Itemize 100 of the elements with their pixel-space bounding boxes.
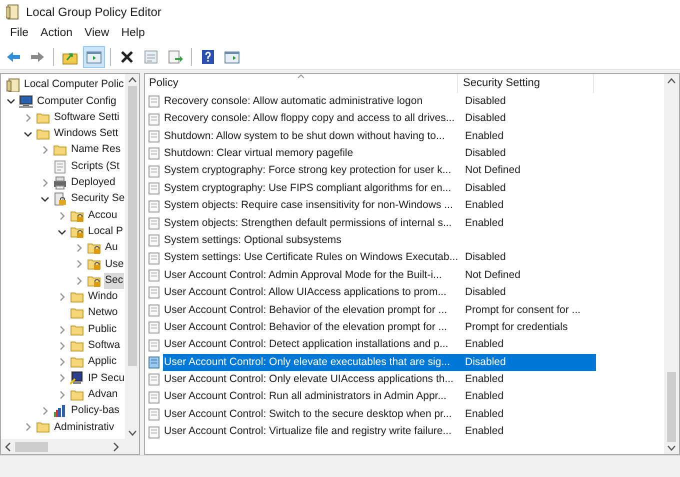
tree-item[interactable]: Local Computer Polic	[23, 77, 125, 94]
setting-cell-text: Enabled	[464, 198, 505, 214]
menu-item[interactable]: Action	[34, 25, 78, 43]
vertical-scrollbar[interactable]	[664, 74, 679, 454]
script-icon	[53, 160, 67, 174]
ip-security-icon	[70, 371, 84, 386]
policy-cell[interactable]: System cryptography: Force strong key protection for user k...	[163, 162, 460, 180]
menu-item[interactable]: File	[4, 25, 35, 43]
folder-icon	[36, 127, 50, 142]
security-lock-icon	[53, 192, 67, 206]
policy-icon	[148, 252, 161, 265]
policy-icon	[148, 269, 161, 282]
tree-item[interactable]: Name Res	[70, 142, 122, 158]
policy-cell[interactable]: User Account Control: Detect application installations and p...	[163, 336, 460, 354]
folder-icon	[70, 322, 84, 337]
column-header[interactable]: Security Setting	[458, 74, 594, 93]
tree-item[interactable]: Use	[104, 256, 125, 272]
folder-icon	[70, 290, 84, 304]
tree-item[interactable]: Scripts (St	[70, 158, 120, 174]
setting-cell-text: Enabled	[464, 337, 505, 352]
tree-item[interactable]: Softwa	[87, 338, 122, 354]
tree-item[interactable]: Administrativ	[53, 420, 116, 436]
locked-folder-icon	[87, 241, 101, 256]
tree-item[interactable]: Computer Config	[36, 94, 118, 110]
policy-cell[interactable]: User Account Control: Virtualize file and registry write failure...	[163, 423, 460, 441]
policy-cell[interactable]: System settings: Optional subsystems	[163, 232, 460, 250]
printer-icon	[53, 176, 67, 190]
locked-folder-icon	[87, 257, 101, 272]
tree-item[interactable]: Sec	[104, 272, 124, 289]
tree-item[interactable]: Public	[87, 322, 118, 338]
tree-item[interactable]: Software Setti	[53, 110, 120, 126]
setting-cell-text: Not Defined	[464, 163, 522, 178]
setting-cell-text: Disabled	[464, 285, 507, 300]
policy-icon	[148, 112, 161, 126]
policy-cell[interactable]: User Account Control: Switch to the secure desktop when pr...	[163, 406, 460, 424]
locked-folder-icon	[70, 208, 84, 223]
folder-icon	[36, 110, 50, 125]
sort-caret-icon	[297, 74, 305, 79]
column-header[interactable]: Policy	[145, 74, 458, 93]
scrollbar-thumb[interactable]	[128, 86, 136, 366]
setting-cell-text: Enabled	[464, 216, 505, 231]
policy-icon	[148, 130, 161, 143]
console-tree-button[interactable]	[83, 46, 105, 68]
tree-item[interactable]: Windo	[87, 289, 119, 305]
tree-item[interactable]: Deployed	[70, 175, 116, 191]
menu-item[interactable]: Help	[115, 25, 151, 43]
tree-item[interactable]: Applic	[87, 354, 118, 370]
tree-item[interactable]: Security Se	[70, 191, 125, 208]
folder-icon	[70, 355, 84, 370]
tree-item[interactable]: Advan	[87, 386, 119, 403]
folder-icon	[36, 420, 50, 434]
setting-cell-text: Prompt for consent for ...	[464, 302, 582, 318]
policy-icon	[148, 216, 161, 230]
policy-cell[interactable]: System settings: Use Certificate Rules on Windows Executab...	[163, 250, 460, 267]
policy-cell[interactable]: System objects: Strengthen default permissions of internal s...	[163, 214, 460, 232]
setting-cell-text: Prompt for credentials	[464, 320, 569, 335]
policy-icon	[148, 164, 161, 178]
policy-cell[interactable]: Shutdown: Allow system to be shut down without having to...	[163, 128, 460, 146]
policy-cell[interactable]: User Account Control: Only elevate UIAccess applications th...	[163, 371, 460, 389]
menu-item[interactable]: View	[78, 25, 116, 43]
setting-cell-text: Not Defined	[464, 268, 522, 283]
policy-cell[interactable]: System objects: Require case insensitivity for non-Windows ...	[163, 197, 460, 215]
tree-item[interactable]: Netwo	[87, 305, 119, 322]
policy-icon	[148, 286, 161, 300]
policy-icon	[148, 95, 161, 108]
setting-cell-text: Disabled	[464, 180, 507, 196]
tree-item[interactable]: Policy-bas	[70, 403, 120, 419]
scrollbar-thumb[interactable]	[667, 372, 676, 442]
horizontal-scrollbar[interactable]	[1, 439, 139, 454]
policy-cell[interactable]: User Account Control: Admin Approval Mode for the Built-i...	[163, 266, 460, 284]
app-icon	[6, 4, 20, 20]
bar-chart-icon	[53, 404, 67, 418]
policy-cell[interactable]: User Account Control: Behavior of the elevation prompt for ...	[163, 302, 460, 320]
policy-cell[interactable]: Recovery console: Allow automatic administrative logon	[163, 93, 460, 110]
policy-icon	[148, 234, 161, 248]
tree-item[interactable]: Local P	[87, 224, 124, 240]
tree-item[interactable]: Au	[104, 240, 119, 256]
console-tree-icon	[86, 48, 102, 64]
tree-item[interactable]: IP Secu	[87, 370, 125, 386]
vertical-scrollbar[interactable]	[125, 74, 139, 439]
policy-cell[interactable]: User Account Control: Allow UIAccess applications to prom...	[163, 284, 460, 302]
setting-cell-text: Enabled	[464, 406, 505, 422]
policy-cell[interactable]: System cryptography: Use FIPS compliant algorithms for en...	[163, 180, 460, 198]
setting-cell: Disabled	[460, 354, 596, 372]
action-pane-icon	[224, 48, 240, 64]
policy-cell[interactable]: User Account Control: Run all administrators in Admin Appr...	[163, 388, 460, 406]
policy-cell[interactable]: Shutdown: Clear virtual memory pagefile	[163, 145, 460, 163]
delete-icon	[119, 48, 135, 64]
policy-icon	[148, 200, 161, 213]
tree-item[interactable]: Accou	[87, 208, 118, 224]
policy-cell[interactable]: User Account Control: Only elevate executables that are sig...	[163, 354, 460, 372]
tree-item[interactable]: Windows Sett	[53, 126, 120, 142]
policy-icon	[148, 182, 161, 196]
policy-cell[interactable]: Recovery console: Allow floppy copy and access to all drives...	[163, 110, 460, 128]
window-title: Local Group Policy Editor	[26, 4, 162, 21]
setting-cell-text: Disabled	[464, 111, 507, 126]
scrollbar-thumb[interactable]	[15, 442, 48, 452]
folder-icon	[70, 306, 84, 320]
properties-icon	[143, 48, 159, 64]
policy-cell[interactable]: User Account Control: Behavior of the elevation prompt for ...	[163, 319, 460, 336]
